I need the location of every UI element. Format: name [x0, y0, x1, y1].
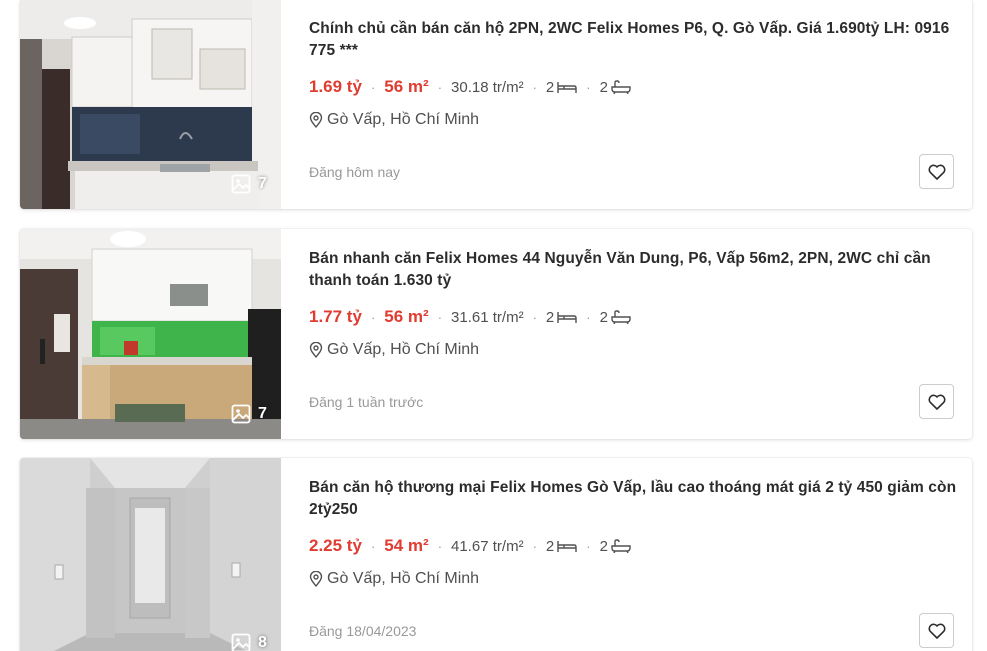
listing-title[interactable]: Bán nhanh căn Felix Homes 44 Nguyễn Văn …: [309, 248, 959, 292]
bedroom-value: 2: [545, 308, 555, 326]
listing-price: 2.25 tỷ: [309, 536, 362, 555]
listing-card[interactable]: 7 Chính chủ cần bán căn hộ 2PN, 2WC Feli…: [20, 0, 972, 209]
listing-card[interactable]: 8 Bán căn hộ thương mại Felix Homes Gò V…: [20, 458, 972, 651]
listing-price: 1.69 tỷ: [309, 77, 362, 96]
separator-dot: ·: [370, 538, 376, 554]
listing-location: Gò Vấp, Hồ Chí Minh: [309, 341, 479, 359]
separator-dot: ·: [532, 79, 537, 95]
listing-meta: 2.25 tỷ · 54 m² · 41.67 tr/m² · 2 · 2: [309, 534, 631, 558]
bathroom-count: 2: [600, 538, 631, 555]
listing-title[interactable]: Bán căn hộ thương mại Felix Homes Gò Vấp…: [309, 477, 959, 521]
heart-outline-icon: [928, 623, 945, 639]
location-text: Gò Vấp, Hồ Chí Minh: [327, 570, 480, 587]
listing-location: Gò Vấp, Hồ Chí Minh: [309, 111, 479, 129]
bathroom-count: 2: [600, 79, 631, 96]
listing-photo-kitchen[interactable]: 7: [20, 0, 281, 209]
price-per-m2: 41.67 tr/m²: [451, 537, 524, 555]
bedroom-value: 2: [545, 537, 555, 555]
listing-info: Chính chủ cần bán căn hộ 2PN, 2WC Felix …: [309, 0, 954, 209]
hallway-photo-illustration: [20, 458, 281, 651]
separator-dot: ·: [437, 309, 443, 325]
listing-location: Gò Vấp, Hồ Chí Minh: [309, 570, 479, 588]
separator-dot: ·: [437, 79, 443, 95]
favorite-button[interactable]: [919, 384, 954, 419]
bathroom-count: 2: [600, 309, 631, 326]
posted-date: Đăng 1 tuần trước: [309, 394, 424, 410]
heart-outline-icon: [928, 164, 945, 180]
image-gallery-icon: [231, 404, 251, 424]
listing-photo-kitchen[interactable]: 7: [20, 229, 281, 439]
separator-dot: ·: [586, 538, 591, 554]
separator-dot: ·: [532, 309, 537, 325]
bathtub-icon: [611, 310, 631, 324]
listing-area: 56 m²: [384, 77, 429, 96]
bathroom-value: 2: [599, 308, 608, 326]
posted-date: Đăng hôm nay: [309, 164, 401, 180]
price-per-m2: 30.18 tr/m²: [451, 78, 524, 96]
listing-info: Bán nhanh căn Felix Homes 44 Nguyễn Văn …: [309, 229, 954, 439]
separator-dot: ·: [532, 538, 537, 554]
bed-icon: [557, 82, 577, 93]
bathroom-value: 2: [599, 537, 608, 555]
bedroom-count: 2: [546, 538, 577, 555]
photo-count-badge: 7: [231, 402, 267, 426]
listing-meta: 1.69 tỷ · 56 m² · 30.18 tr/m² · 2 · 2: [309, 75, 631, 99]
bathroom-value: 2: [599, 78, 608, 96]
posted-date: Đăng 18/04/2023: [309, 623, 417, 639]
separator-dot: ·: [586, 79, 591, 95]
photo-count-badge: 8: [231, 631, 267, 651]
listing-meta: 1.77 tỷ · 56 m² · 31.61 tr/m² · 2 · 2: [309, 305, 631, 329]
listing-photo-hallway[interactable]: 8: [20, 458, 281, 651]
favorite-button[interactable]: [919, 154, 954, 189]
photo-count-badge: 7: [231, 172, 267, 196]
bathtub-icon: [611, 80, 631, 94]
bedroom-count: 2: [546, 79, 577, 96]
location-text: Gò Vấp, Hồ Chí Minh: [327, 341, 480, 358]
bed-icon: [557, 541, 577, 552]
location-pin-icon: [309, 342, 323, 358]
listing-price: 1.77 tỷ: [309, 307, 362, 326]
separator-dot: ·: [370, 309, 376, 325]
bathtub-icon: [611, 539, 631, 553]
listing-card[interactable]: 7 Bán nhanh căn Felix Homes 44 Nguyễn Vă…: [20, 229, 972, 439]
bed-icon: [557, 312, 577, 323]
bedroom-value: 2: [545, 78, 555, 96]
location-text: Gò Vấp, Hồ Chí Minh: [327, 111, 480, 128]
heart-outline-icon: [928, 394, 945, 410]
location-pin-icon: [309, 112, 323, 128]
bedroom-count: 2: [546, 309, 577, 326]
listing-info: Bán căn hộ thương mại Felix Homes Gò Vấp…: [309, 458, 956, 651]
photo-count: 8: [258, 634, 267, 651]
image-gallery-icon: [231, 633, 251, 651]
separator-dot: ·: [437, 538, 443, 554]
favorite-button[interactable]: [919, 613, 954, 648]
separator-dot: ·: [370, 79, 376, 95]
listing-title[interactable]: Chính chủ cần bán căn hộ 2PN, 2WC Felix …: [309, 18, 959, 62]
photo-count: 7: [258, 175, 267, 192]
listing-area: 56 m²: [384, 307, 429, 326]
listing-area: 54 m²: [384, 536, 429, 555]
image-gallery-icon: [231, 174, 251, 194]
location-pin-icon: [309, 571, 323, 587]
separator-dot: ·: [586, 309, 591, 325]
price-per-m2: 31.61 tr/m²: [451, 308, 524, 326]
photo-count: 7: [258, 405, 267, 422]
